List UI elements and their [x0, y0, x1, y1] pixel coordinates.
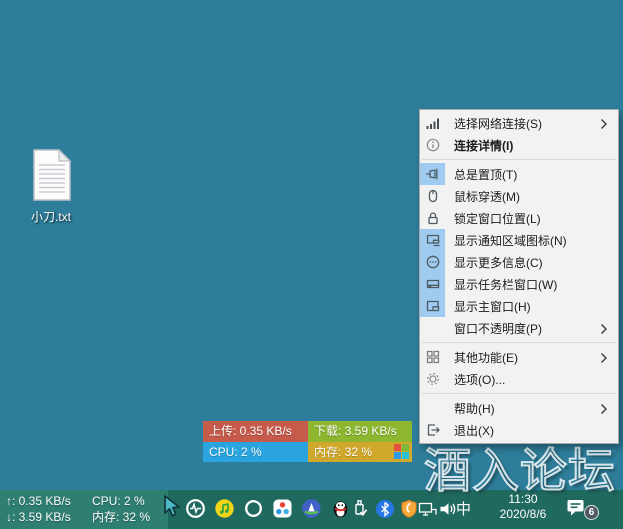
- widget-upload-cell: 上传: 0.35 KB/s: [203, 421, 308, 442]
- music-app-icon[interactable]: [214, 498, 235, 519]
- menu-separator: [422, 393, 616, 394]
- taskbar: ↑: 0.35 KB/s ↓: 3.59 KB/s CPU: 2 % 内存: 3…: [0, 490, 623, 529]
- text-file-icon: [30, 149, 72, 206]
- taskbar-download-speed: ↓: 3.59 KB/s: [6, 509, 71, 525]
- menu-item-help[interactable]: 帮助(H): [420, 397, 618, 419]
- desktop-file-xiaodao[interactable]: 小刀.txt: [18, 149, 84, 225]
- remote-app-icon[interactable]: [272, 498, 293, 519]
- submenu-chevron-right-icon: [600, 117, 608, 135]
- lock-icon: [420, 207, 445, 229]
- menu-item-mouse-through[interactable]: 鼠标穿透(M): [420, 185, 618, 207]
- menu-item-label: 显示更多信息(C): [454, 254, 543, 271]
- usb-icon[interactable]: [349, 498, 370, 519]
- info-icon: [420, 134, 445, 156]
- pin-icon: [420, 163, 445, 185]
- menu-item-connection-details[interactable]: 连接详情(I): [420, 134, 618, 156]
- tray-monitor-icon: [420, 229, 445, 251]
- submenu-chevron-right-icon: [600, 322, 608, 340]
- menu-separator: [422, 342, 616, 343]
- taskbar-traffic-stats[interactable]: ↑: 0.35 KB/s ↓: 3.59 KB/s CPU: 2 % 内存: 3…: [0, 490, 168, 529]
- game-app-icon[interactable]: [301, 498, 322, 519]
- menu-item-exit[interactable]: 退出(X): [420, 419, 618, 441]
- menu-item-label: 鼠标穿透(M): [454, 188, 520, 205]
- gear-icon: [420, 368, 445, 390]
- notification-center-icon[interactable]: [566, 498, 586, 522]
- menu-item-label: 帮助(H): [454, 400, 495, 417]
- widget-cpu-cell: CPU: 2 %: [203, 442, 308, 463]
- ime-indicator[interactable]: 中: [456, 498, 471, 519]
- menu-item-label: 选择网络连接(S): [454, 115, 542, 132]
- network-icon[interactable]: [417, 498, 438, 519]
- more-circle-icon: [420, 251, 445, 273]
- notification-count-badge[interactable]: 6: [584, 505, 599, 520]
- menu-item-show-main-window[interactable]: 显示主窗口(H): [420, 295, 618, 317]
- menu-item-label: 退出(X): [454, 422, 494, 439]
- menu-icon-empty: [420, 397, 445, 419]
- taskbar-memory-usage: 内存: 32 %: [92, 509, 150, 525]
- traffic-monitor-widget[interactable]: 上传: 0.35 KB/s下载: 3.59 KB/sCPU: 2 %内存: 32…: [203, 421, 412, 462]
- taskbar-window-icon: [420, 273, 445, 295]
- menu-item-show-notification-area-icon[interactable]: 显示通知区域图标(N): [420, 229, 618, 251]
- submenu-chevron-right-icon: [600, 351, 608, 369]
- traffic-monitor-context-menu: 选择网络连接(S) 连接详情(I) 总是置顶(T) 鼠标穿透(M) 锁定窗口位置(L) 显…: [419, 109, 619, 444]
- security-shield-icon[interactable]: [398, 498, 419, 519]
- menu-item-options[interactable]: 选项(O)...: [420, 368, 618, 390]
- clock-time: 11:30: [486, 492, 560, 507]
- menu-item-label: 总是置顶(T): [454, 166, 517, 183]
- grid-icon: [420, 346, 445, 368]
- menu-item-other-functions[interactable]: 其他功能(E): [420, 346, 618, 368]
- signal-bars-icon: [420, 112, 445, 134]
- menu-item-lock-window-position[interactable]: 锁定窗口位置(L): [420, 207, 618, 229]
- main-window-icon: [420, 295, 445, 317]
- forum-watermark: 酒入论坛: [424, 447, 616, 494]
- menu-separator: [422, 159, 616, 160]
- menu-item-show-more-info[interactable]: 显示更多信息(C): [420, 251, 618, 273]
- menu-item-label: 显示任务栏窗口(W): [454, 276, 557, 293]
- audio-wave-app-icon[interactable]: [185, 498, 206, 519]
- clock-date: 2020/8/6: [486, 507, 560, 522]
- menu-item-label: 连接详情(I): [454, 137, 513, 154]
- taskbar-clock[interactable]: 11:30 2020/8/6: [486, 492, 560, 522]
- desktop-file-label: 小刀.txt: [18, 208, 84, 225]
- volume-icon[interactable]: [437, 498, 458, 519]
- menu-item-label: 显示主窗口(H): [454, 298, 531, 315]
- menu-item-select-network-connection[interactable]: 选择网络连接(S): [420, 112, 618, 134]
- submenu-chevron-right-icon: [600, 402, 608, 420]
- menu-item-label: 窗口不透明度(P): [454, 320, 542, 337]
- widget-download-cell: 下载: 3.59 KB/s: [308, 421, 412, 442]
- menu-item-label: 锁定窗口位置(L): [454, 210, 541, 227]
- mouse-icon: [420, 185, 445, 207]
- taskbar-cpu-usage: CPU: 2 %: [92, 493, 150, 509]
- bluetooth-icon[interactable]: [374, 498, 395, 519]
- widget-memory-cell: 内存: 32 %: [308, 442, 412, 463]
- taskbar-upload-speed: ↑: 0.35 KB/s: [6, 493, 71, 509]
- ring-app-icon[interactable]: [243, 498, 264, 519]
- menu-item-label: 显示通知区域图标(N): [454, 232, 567, 249]
- traffic-monitor-logo-icon: [394, 444, 409, 459]
- menu-item-window-opacity[interactable]: 窗口不透明度(P): [420, 317, 618, 339]
- taskbar-app-tray: [185, 498, 351, 519]
- mouse-cursor: [162, 494, 184, 524]
- desktop: 小刀.txt 上传: 0.35 KB/s下载: 3.59 KB/sCPU: 2 …: [0, 0, 623, 529]
- menu-item-label: 选项(O)...: [454, 371, 505, 388]
- qq-icon[interactable]: [330, 498, 351, 519]
- menu-item-label: 其他功能(E): [454, 349, 518, 366]
- menu-icon-empty: [420, 317, 445, 339]
- exit-icon: [420, 419, 445, 441]
- menu-item-always-on-top[interactable]: 总是置顶(T): [420, 163, 618, 185]
- menu-item-show-taskbar-window[interactable]: 显示任务栏窗口(W): [420, 273, 618, 295]
